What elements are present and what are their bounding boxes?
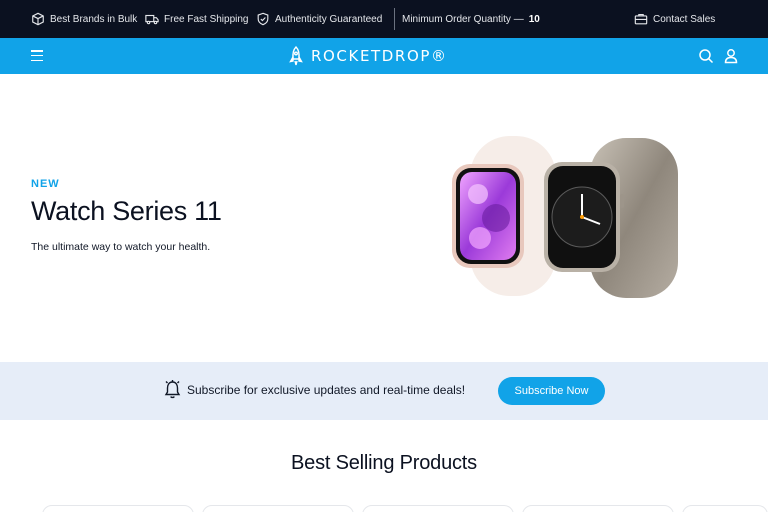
product-card[interactable] bbox=[522, 505, 674, 512]
topbar-item-authenticity: Authenticity Guaranteed bbox=[256, 0, 382, 38]
min-order-notice: Minimum Order Quantity — 10 bbox=[402, 0, 540, 38]
user-icon[interactable] bbox=[723, 48, 739, 64]
min-order-label: Minimum Order Quantity — bbox=[402, 13, 524, 25]
hero-title: Watch Series 11 bbox=[31, 196, 222, 226]
product-card[interactable] bbox=[42, 505, 194, 512]
best-selling-title: Best Selling Products bbox=[291, 452, 477, 474]
topbar-label-shipping: Free Fast Shipping bbox=[164, 13, 249, 25]
site-header: ROCKETDROP® bbox=[0, 38, 768, 74]
subscribe-now-button[interactable]: Subscribe Now bbox=[498, 377, 605, 405]
min-order-value: 10 bbox=[528, 13, 540, 25]
hero-product-image bbox=[452, 136, 678, 298]
subscribe-banner: Subscribe for exclusive updates and real… bbox=[0, 362, 768, 420]
hero-banner[interactable]: NEW Watch Series 11 The ultimate way to … bbox=[0, 74, 768, 362]
topbar-item-shipping: Free Fast Shipping bbox=[145, 0, 249, 38]
product-card[interactable] bbox=[202, 505, 354, 512]
product-card[interactable] bbox=[682, 505, 768, 512]
hero-subtitle: The ultimate way to watch your health. bbox=[31, 241, 211, 253]
subscribe-text: Subscribe for exclusive updates and real… bbox=[187, 383, 466, 397]
briefcase-icon bbox=[634, 14, 648, 25]
contact-sales-link[interactable]: Contact Sales bbox=[634, 0, 715, 38]
topbar-label-authenticity: Authenticity Guaranteed bbox=[275, 13, 383, 25]
shield-check-icon bbox=[257, 12, 269, 26]
topbar-divider bbox=[394, 8, 395, 30]
product-card[interactable] bbox=[362, 505, 514, 512]
contact-sales-label: Contact Sales bbox=[653, 13, 716, 25]
logo-text: ROCKETDROP® bbox=[311, 47, 448, 65]
site-logo[interactable]: ROCKETDROP® bbox=[289, 38, 448, 74]
announcement-bar: Best Brands in Bulk Free Fast Shipping A… bbox=[0, 0, 768, 38]
box-icon bbox=[32, 12, 44, 26]
topbar-item-bulk: Best Brands in Bulk bbox=[31, 0, 137, 38]
hamburger-icon[interactable] bbox=[31, 50, 43, 62]
bell-icon bbox=[164, 380, 181, 399]
topbar-label-bulk: Best Brands in Bulk bbox=[50, 13, 138, 25]
search-icon[interactable] bbox=[698, 48, 714, 64]
hero-badge: NEW bbox=[31, 178, 60, 190]
rocket-icon bbox=[289, 45, 303, 65]
truck-icon bbox=[145, 14, 159, 25]
